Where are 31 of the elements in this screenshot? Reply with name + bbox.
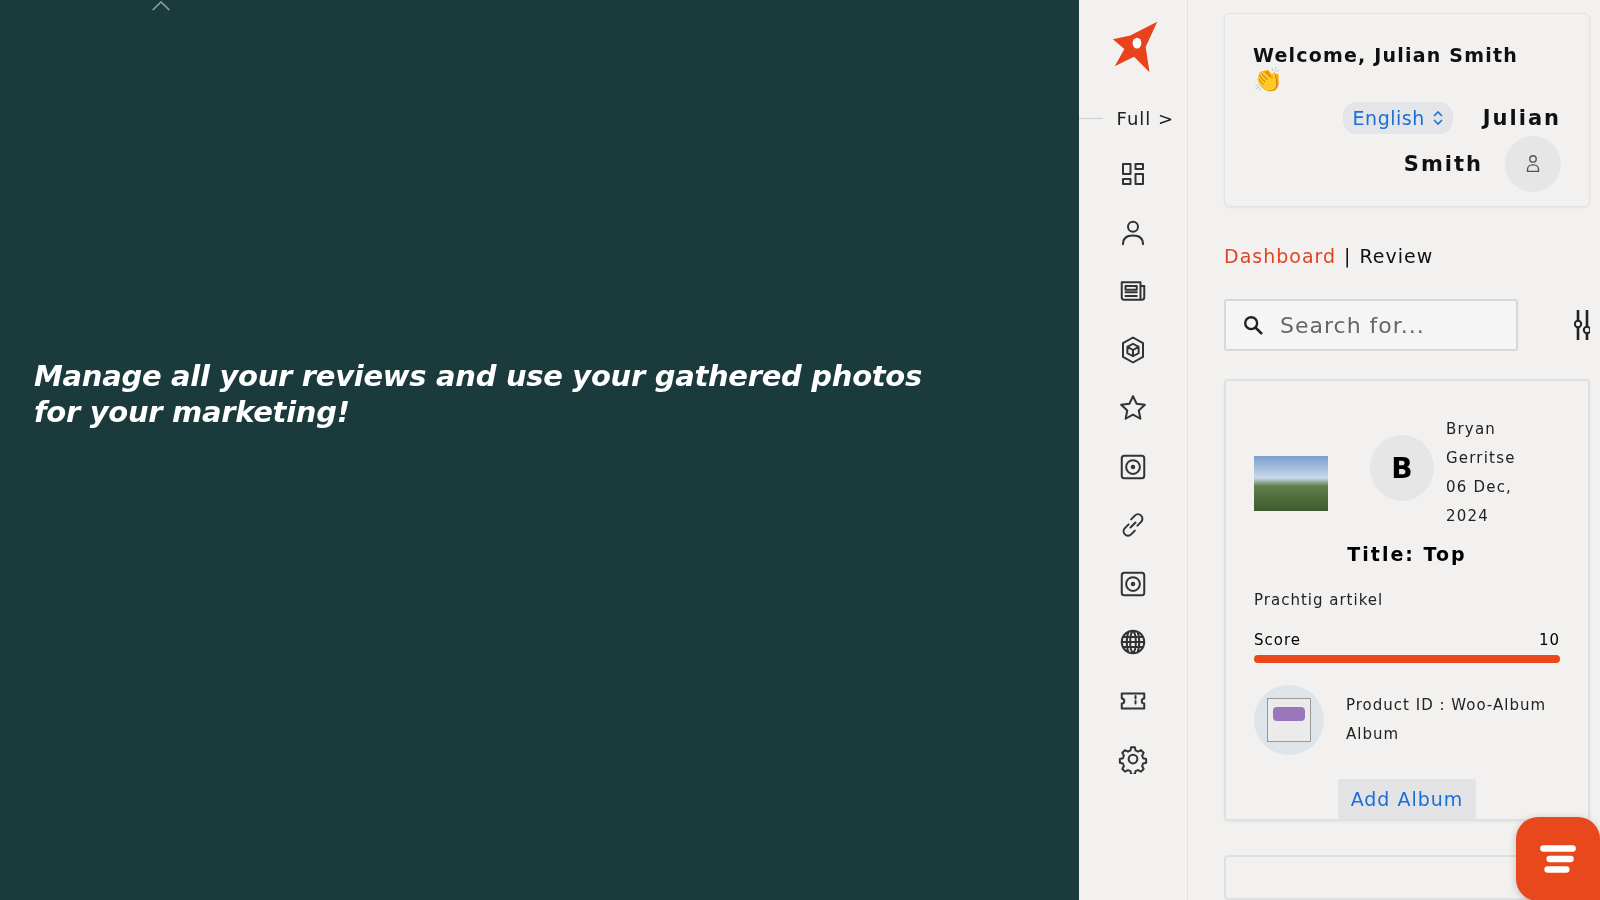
language-select[interactable]: English xyxy=(1342,102,1453,134)
chevron-up-icon[interactable] xyxy=(151,0,171,12)
review-title: Title: Top xyxy=(1346,543,1468,565)
user-avatar[interactable] xyxy=(1505,136,1561,192)
search-field[interactable]: Search for... xyxy=(1224,299,1518,351)
user-first-name: Julian xyxy=(1482,106,1561,130)
clapping-emoji: 👏 xyxy=(1253,66,1284,94)
filter-sliders-icon[interactable] xyxy=(1574,310,1590,340)
add-album-button[interactable]: Add Album xyxy=(1337,779,1477,819)
author-name: Bryan xyxy=(1446,419,1498,440)
breadcrumb-item: Review xyxy=(1359,245,1434,267)
hero-text: Manage all your reviews and use your gathered photos for your marketing! xyxy=(34,358,923,430)
star-icon[interactable] xyxy=(1117,393,1148,423)
breadcrumb-item[interactable]: Dashboard xyxy=(1224,245,1337,267)
score-value: 10 xyxy=(1538,631,1560,649)
score-label: Score xyxy=(1254,631,1301,649)
welcome-heading: Welcome, Julian Smith xyxy=(1253,44,1519,66)
breadcrumb-separator: | xyxy=(1344,245,1352,267)
review-date: 2024 xyxy=(1446,506,1490,527)
product-name: Album xyxy=(1346,724,1401,745)
author-name: Gerritse xyxy=(1446,448,1516,469)
menu-lines-icon xyxy=(1537,843,1579,875)
author-initial-avatar: B xyxy=(1370,435,1434,501)
chevron-updown-icon xyxy=(1432,111,1443,125)
product-id: Product ID : Woo-Album xyxy=(1346,695,1547,716)
menu-fab-button[interactable] xyxy=(1516,817,1600,900)
review-text: Prachtig artikel xyxy=(1254,591,1385,609)
settings-icon[interactable] xyxy=(1117,744,1148,774)
review-date: 06 Dec, xyxy=(1446,477,1514,498)
full-toggle-link[interactable]: Full > xyxy=(1116,108,1175,129)
user-last-name: Smith xyxy=(1403,152,1483,176)
